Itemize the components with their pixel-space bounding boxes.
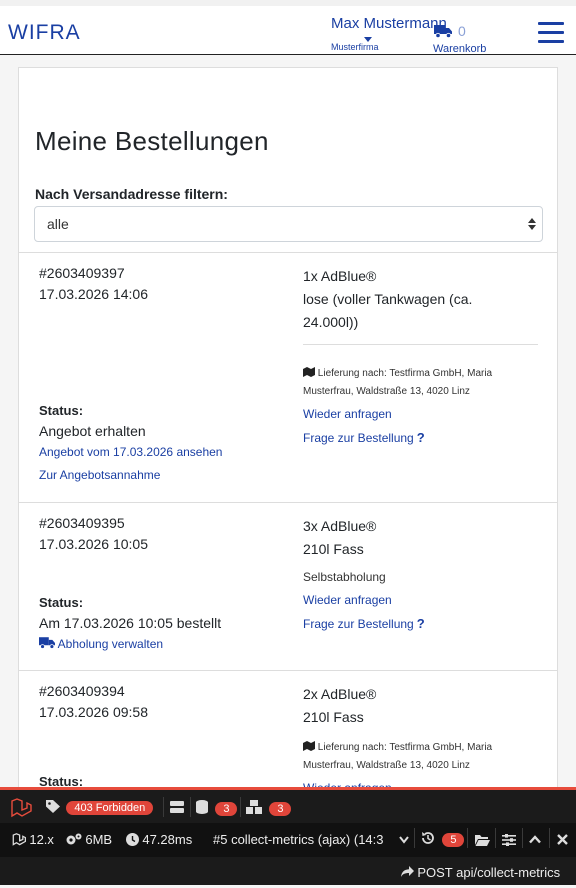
cart-label: Warenkorb — [433, 43, 487, 55]
order-number: #2603409397 — [39, 265, 125, 281]
cogs-icon — [66, 833, 82, 845]
debug-bar-tabs: 403 Forbidden 3 3 — [0, 792, 576, 822]
question-icon: ? — [416, 616, 425, 631]
sliders-icon[interactable] — [502, 834, 516, 846]
status-text: Angebot erhalten — [39, 423, 146, 439]
question-icon: ? — [416, 430, 425, 445]
divider — [303, 344, 538, 345]
order-number: #2603409394 — [39, 683, 125, 699]
route-text: POST api/collect-metrics — [417, 865, 561, 880]
product-line: 210l Fass — [303, 541, 364, 557]
orders-card: Meine Bestellungen Nach Versandadresse f… — [18, 67, 558, 827]
delivery-address: Lieferung nach: Testfirma GmbH, Maria Mu… — [303, 365, 538, 401]
order-item: #2603409395 17.03.2026 10:05 3x AdBlue® … — [19, 502, 557, 670]
status-label: Status: — [39, 595, 84, 610]
product-line: lose (voller Tankwagen (ca. — [303, 291, 473, 307]
product-line: 24.000l)) — [303, 314, 359, 330]
history-icon — [422, 832, 434, 844]
status-badge: 403 Forbidden — [66, 801, 154, 815]
delivery-line: Musterfrau, Waldstraße 13, 4020 Linz — [303, 386, 470, 397]
order-date: 17.03.2026 10:05 — [39, 536, 148, 552]
close-icon[interactable] — [557, 834, 568, 845]
share-icon — [401, 866, 414, 877]
select-arrows-icon — [528, 217, 536, 231]
user-company: Musterfirma — [331, 42, 379, 52]
server-icon — [170, 801, 184, 813]
route-info: POST api/collect-metrics — [401, 865, 560, 880]
menu-icon[interactable] — [538, 22, 564, 44]
status-text: Am 17.03.2026 10:05 bestellt — [39, 615, 222, 631]
tag-icon — [46, 800, 60, 813]
navbar: WIFRA Max Mustermann Musterfirma 0 Waren… — [0, 6, 576, 55]
truck-icon — [434, 25, 452, 38]
product-line: 2x AdBlue® — [303, 686, 377, 702]
models-tab[interactable]: 3 — [246, 800, 292, 816]
database-icon — [196, 800, 208, 814]
product-line: 1x AdBlue® — [303, 268, 377, 284]
reorder-link[interactable]: Wieder anfragen — [303, 589, 538, 612]
database-tab[interactable]: 3 — [196, 800, 238, 816]
request-selector-text: #5 collect-metrics (ajax) (14:3 — [213, 832, 384, 847]
order-number: #2603409395 — [39, 515, 125, 531]
framework-version: 12.x — [12, 832, 54, 847]
filter-selected-value: alle — [47, 216, 69, 232]
memory-usage-text: 6MB — [85, 832, 113, 847]
product-line: 3x AdBlue® — [303, 518, 377, 534]
session-tab[interactable] — [170, 801, 184, 816]
question-link-label: Frage zur Bestellung — [303, 431, 414, 445]
manage-pickup-label: Abholung verwalten — [57, 637, 164, 651]
question-link-label: Frage zur Bestellung — [303, 617, 414, 631]
product-line: 210l Fass — [303, 709, 364, 725]
delivery-address: Lieferung nach: Testfirma GmbH, Maria Mu… — [303, 739, 538, 775]
truck-icon — [39, 637, 55, 649]
debug-bar: 403 Forbidden 3 3 12.x 6MB 47.28ms #5 co… — [0, 787, 576, 885]
page-title: Meine Bestellungen — [35, 126, 269, 156]
filter-label: Nach Versandadresse filtern: — [35, 186, 228, 202]
db-count-badge: 3 — [215, 802, 238, 816]
framework-version-text: 12.x — [29, 832, 54, 847]
history-count-badge: 5 — [442, 833, 465, 847]
chevron-down-icon[interactable] — [399, 836, 409, 844]
question-link[interactable]: Frage zur Bestellung? — [303, 426, 538, 450]
delivery-line: Musterfrau, Waldstraße 13, 4020 Linz — [303, 760, 470, 771]
order-item: #2603409397 17.03.2026 14:06 1x AdBlue® … — [19, 252, 557, 502]
map-icon — [303, 367, 315, 377]
delivery-line: Lieferung nach: Testfirma GmbH, Maria — [317, 742, 493, 753]
laravel-icon — [12, 833, 26, 846]
chevron-up-icon[interactable] — [529, 835, 541, 844]
delivery-line: Lieferung nach: Testfirma GmbH, Maria — [317, 368, 493, 379]
brand-logo[interactable]: WIFRA — [8, 21, 81, 45]
request-selector[interactable]: #5 collect-metrics (ajax) (14:3 — [213, 832, 395, 847]
reorder-link[interactable]: Wieder anfragen — [303, 403, 538, 426]
models-count-badge: 3 — [269, 802, 292, 816]
debug-bar-metrics: 12.x 6MB 47.28ms #5 collect-metrics (aja… — [0, 823, 576, 857]
manage-pickup-link[interactable]: Abholung verwalten — [39, 633, 221, 656]
cart-count: 0 — [458, 23, 466, 39]
request-duration: 47.28ms — [126, 832, 192, 847]
clock-icon — [126, 833, 139, 846]
memory-usage: 6MB — [66, 832, 112, 847]
folder-open-icon[interactable] — [475, 834, 490, 846]
address-filter-select[interactable]: alle — [34, 206, 543, 242]
delivery-method: Selbstabholung — [303, 570, 386, 584]
question-link[interactable]: Frage zur Bestellung? — [303, 612, 538, 636]
status-tab[interactable]: 403 Forbidden — [46, 800, 154, 815]
map-icon — [303, 741, 315, 751]
accept-offer-link[interactable]: Zur Angebotsannahme — [39, 464, 222, 487]
laravel-logo-icon[interactable] — [10, 798, 32, 818]
debug-bar-route: POST api/collect-metrics — [0, 857, 576, 888]
order-date: 17.03.2026 09:58 — [39, 704, 148, 720]
order-date: 17.03.2026 14:06 — [39, 286, 148, 302]
status-label: Status: — [39, 403, 84, 418]
view-offer-link[interactable]: Angebot vom 17.03.2026 ansehen — [39, 441, 222, 464]
cubes-icon — [246, 800, 262, 814]
request-duration-text: 47.28ms — [142, 832, 193, 847]
history-button[interactable]: 5 — [421, 831, 465, 847]
